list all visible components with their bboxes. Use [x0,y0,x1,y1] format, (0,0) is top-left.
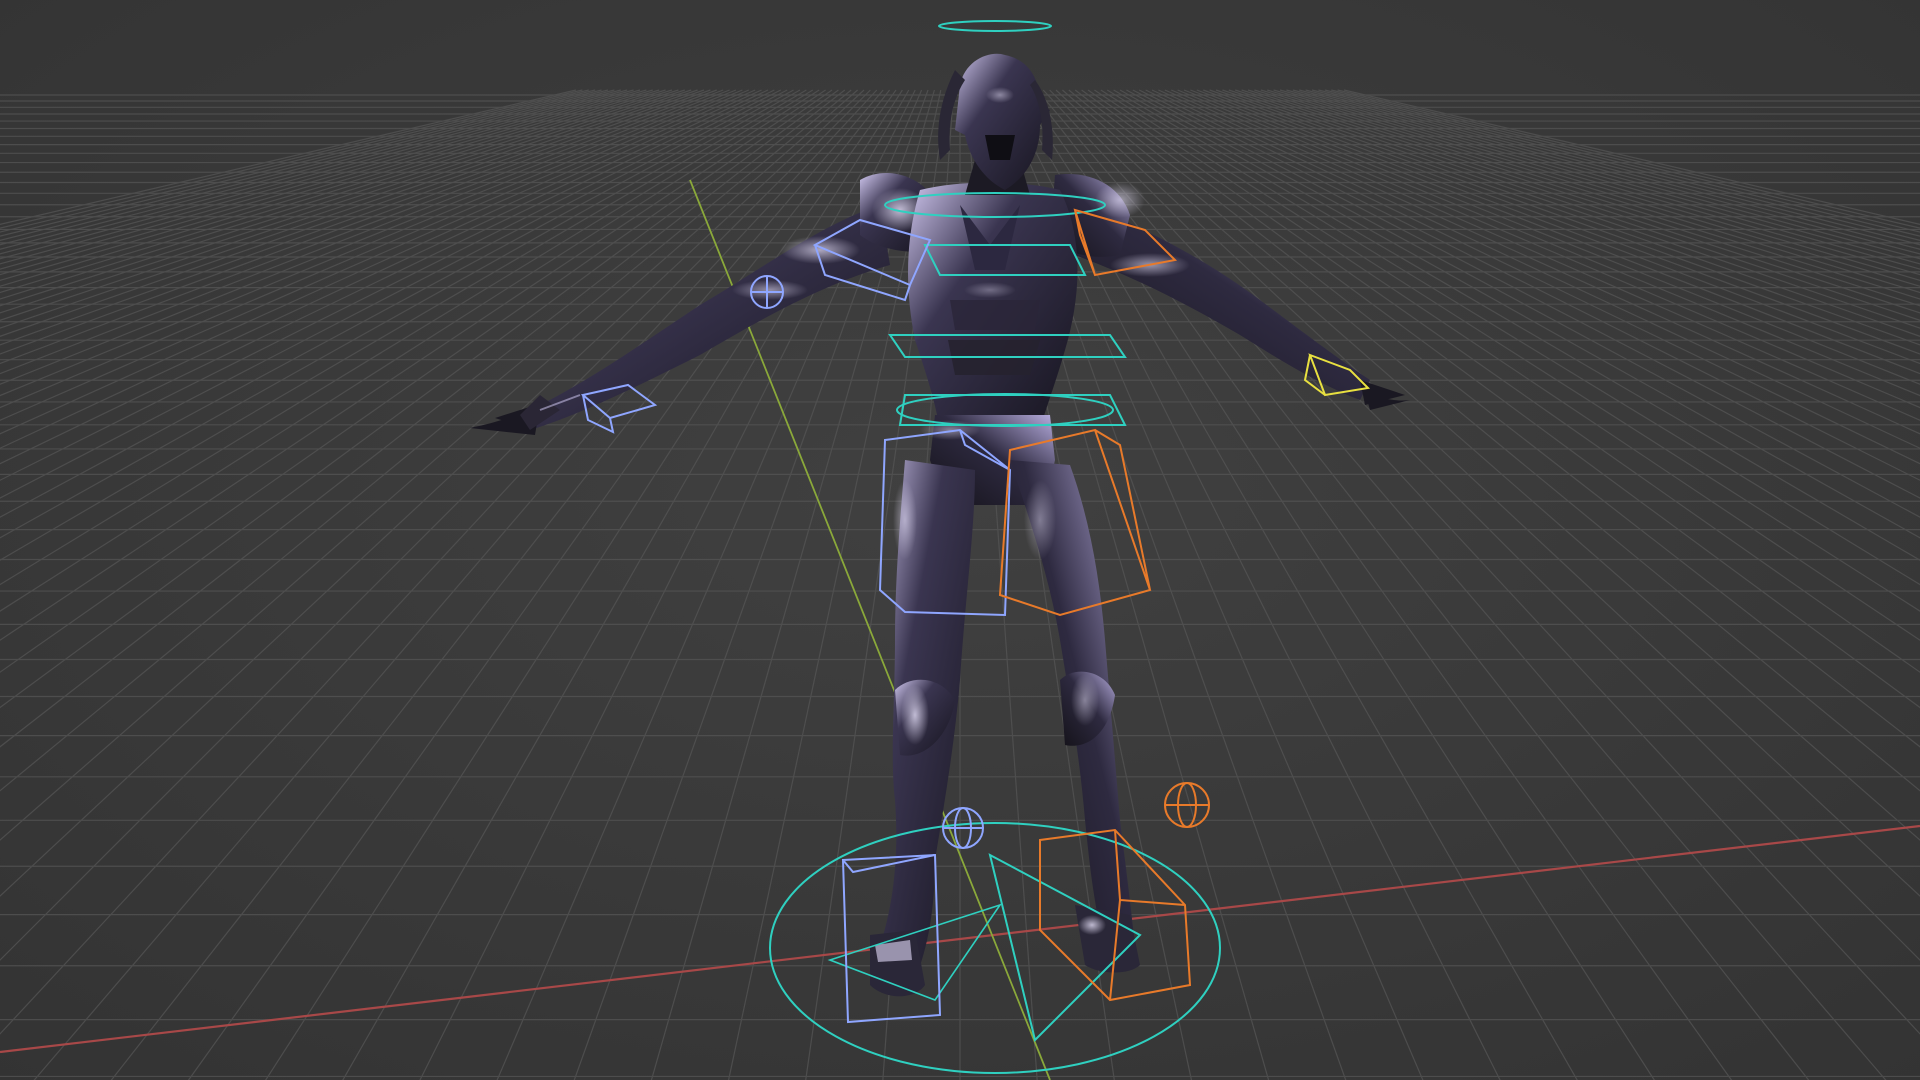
mask [985,135,1015,160]
viewport-canvas[interactable] [0,0,1920,1080]
3d-viewport[interactable] [0,0,1920,1080]
